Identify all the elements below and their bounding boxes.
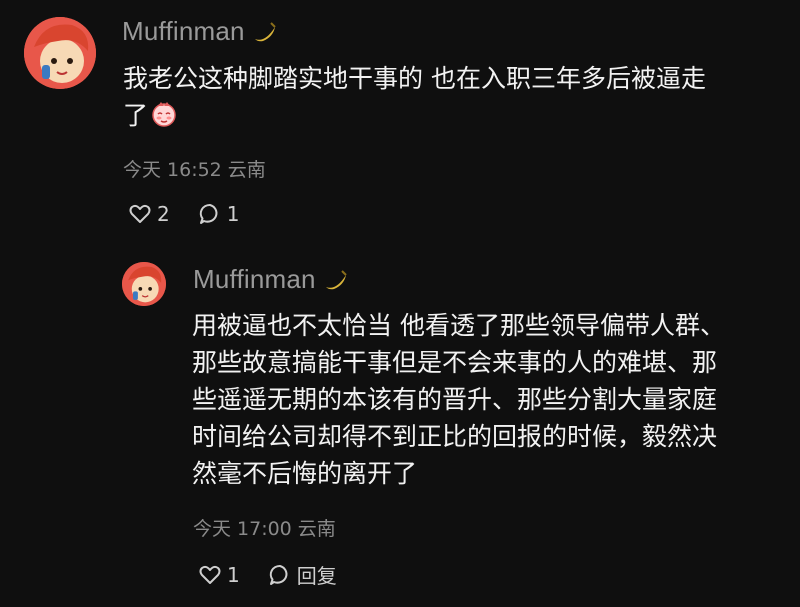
- heart-icon: [129, 204, 151, 223]
- blush-emoji-icon: [152, 102, 176, 127]
- comment-username[interactable]: Muffinman: [122, 16, 279, 47]
- like-button[interactable]: 2: [128, 202, 170, 226]
- comment-text: 我老公这种脚踏实地干事的 也在入职三年多后被逼走 了: [123, 60, 783, 134]
- heart-icon: [199, 565, 221, 584]
- comment-location: 云南: [227, 159, 266, 181]
- username-text: Muffinman: [122, 16, 245, 46]
- reply-text: 用被逼也不太恰当 他看透了那些领导偏带人群、 那些故意搞能干事但是不会来事的人的…: [192, 307, 782, 492]
- banana-badge-icon: [254, 21, 276, 41]
- reply-text-line: 用被逼也不太恰当 他看透了那些领导偏带人群、: [192, 311, 725, 340]
- speech-bubble-icon: [269, 564, 288, 585]
- reply-actions: 1 回复: [198, 560, 365, 589]
- avatar-image: [24, 17, 96, 89]
- reply-count: 1: [226, 202, 240, 226]
- reply-text-line: 那些故意搞能干事但是不会来事的人的难堪、那: [192, 348, 718, 377]
- comment-meta: 今天 16:52 云南: [123, 155, 272, 182]
- reply-text-line: 时间给公司却得不到正比的回报的时候，毅然决: [192, 422, 718, 451]
- avatar-image: [122, 262, 166, 306]
- reply-count-button[interactable]: 1: [198, 202, 240, 226]
- like-button[interactable]: 1: [198, 563, 240, 587]
- reply-time: 17:00: [237, 518, 292, 540]
- comment-text-line: 了: [123, 97, 783, 134]
- comment-time: 16:52: [167, 159, 222, 181]
- reply-button[interactable]: 回复: [268, 560, 337, 589]
- reply-date: 今天: [193, 518, 232, 540]
- reply-label: 回复: [296, 564, 337, 588]
- comment-text-tail: 了: [123, 101, 149, 130]
- banana-badge-icon: [325, 269, 347, 289]
- reply-meta: 今天 17:00 云南: [193, 514, 342, 541]
- comment-date: 今天: [123, 159, 162, 181]
- comment-text-line: 我老公这种脚踏实地干事的 也在入职三年多后被逼走: [123, 64, 706, 93]
- reply-username[interactable]: Muffinman: [193, 264, 350, 295]
- reply-location: 云南: [297, 518, 336, 540]
- reply-avatar[interactable]: [122, 262, 166, 306]
- reply-text-line: 些遥遥无期的本该有的晋升、那些分割大量家庭: [192, 385, 718, 414]
- reply-text-line: 然毫不后悔的离开了: [192, 459, 418, 488]
- like-count: 2: [157, 202, 170, 226]
- avatar[interactable]: [24, 17, 96, 89]
- comment-actions: 2 1: [128, 202, 267, 226]
- like-count: 1: [227, 562, 240, 587]
- speech-bubble-icon: [199, 203, 218, 224]
- username-text: Muffinman: [193, 264, 316, 294]
